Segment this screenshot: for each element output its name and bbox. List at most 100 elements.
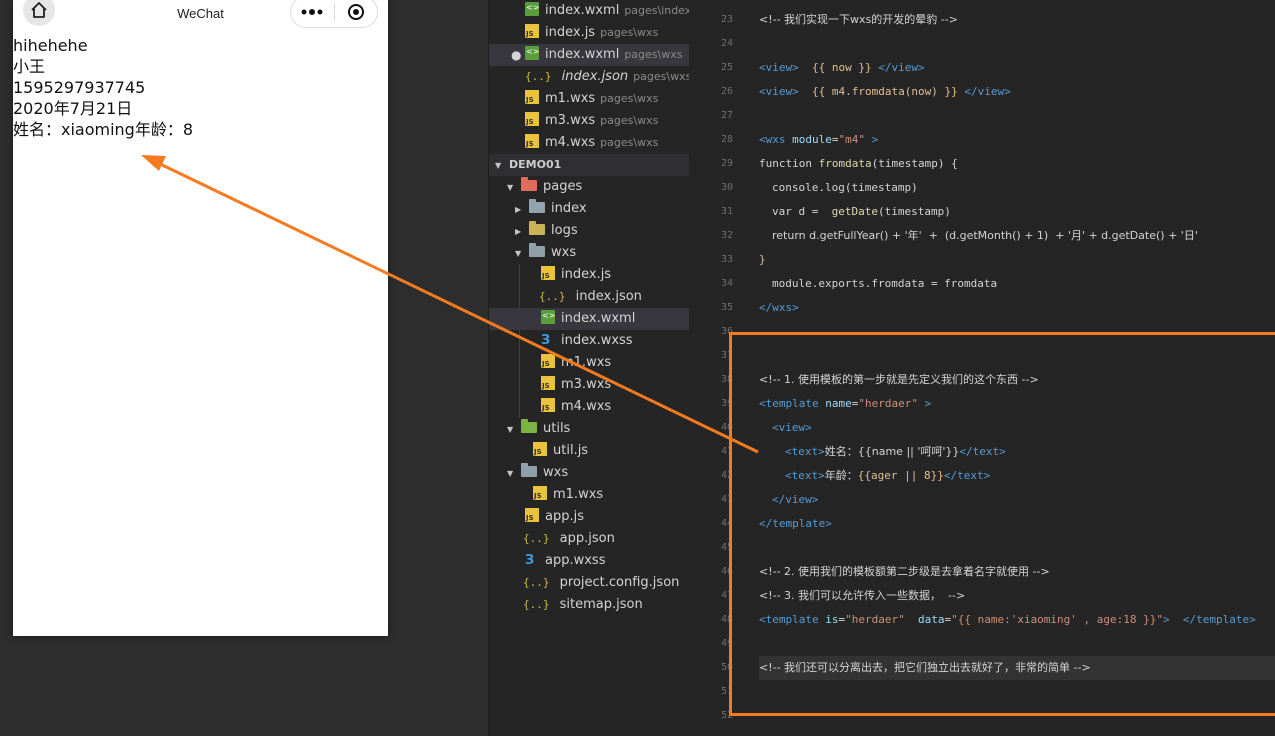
code-line: 46 <!-- 2. 使用我们的模板额第二步级是去拿着名字就使用 --> (720, 565, 1050, 578)
tree-file[interactable]: {..} index.json (489, 286, 689, 308)
folder-icon (521, 177, 537, 191)
phone-screen: WeChat hihehehe 小王 1595297937745 2020年7月… (13, 0, 388, 636)
code-line: 47 <!-- 3. 我们可以允许传入一些数据， --> (720, 589, 966, 602)
open-editor-item[interactable]: m4.wxspages\wxs (489, 132, 689, 154)
open-editor-item-active[interactable]: ● index.wxmlpages\wxs (489, 44, 689, 66)
json-file-icon: {..} (539, 290, 566, 303)
chevron-down-icon: ▼ (507, 183, 514, 192)
project-section-header[interactable]: ▼ DEMO01 (489, 154, 689, 176)
code-line: 42 <text>年龄：{{ager || 8}}</text> (720, 469, 991, 482)
json-file-icon: {..} (523, 532, 550, 545)
tree-file[interactable]: {..} app.json (489, 528, 689, 550)
code-line: 31 var d = getDate(timestamp) (720, 205, 951, 218)
tree-file[interactable]: util.js (489, 440, 689, 462)
wxml-file-icon (541, 310, 555, 324)
code-line: 51 (720, 686, 733, 697)
js-file-icon (525, 90, 539, 104)
capsule-menu (290, 0, 378, 28)
tree-folder-wxs-root[interactable]: ▼ wxs (489, 462, 689, 484)
tree-folder-logs[interactable]: ▶ logs (489, 220, 689, 242)
simulator-panel: WeChat hihehehe 小王 1595297937745 2020年7月… (0, 0, 488, 736)
text-line: 1595297937745 (13, 78, 146, 97)
js-file-icon (541, 398, 555, 412)
tree-folder-wxs[interactable]: ▼ wxs (489, 242, 689, 264)
code-line: 37 (720, 350, 733, 361)
code-line: 23 <!-- 我们实现一下wxs的开发的晕豹 --> (720, 13, 958, 26)
code-line: 24 (720, 38, 733, 49)
code-line: 35 </wxs> (720, 301, 799, 314)
code-line: 41 <text>姓名：{{name || '呵呵'}}</text> (720, 445, 1006, 458)
json-file-icon: {..} (523, 598, 550, 611)
code-line: 26 <view> {{ m4.fromdata(now) }} </view> (720, 85, 1011, 98)
chevron-right-icon: ▶ (515, 227, 522, 236)
wxml-file-icon (525, 2, 539, 16)
open-editor-item[interactable]: index.wxmlpages\index (489, 0, 691, 22)
tree-file[interactable]: Зindex.wxss (489, 330, 689, 352)
json-file-icon: {..} (523, 576, 550, 589)
code-line: 28 <wxs module="m4" > (720, 133, 879, 146)
chevron-down-icon: ▼ (495, 161, 502, 170)
code-line: 30 console.log(timestamp) (720, 181, 918, 194)
code-line: 32 return d.getFullYear() + '年' + (d.getM… (720, 229, 1198, 242)
js-file-icon (533, 486, 547, 500)
file-explorer: index.wxmlpages\index index.jspages\wxs … (488, 0, 691, 736)
text-line: 姓名：xiaoming年龄：8 (13, 120, 194, 139)
folder-open-icon (521, 463, 537, 477)
code-line: 49 (720, 638, 733, 649)
tree-folder-utils[interactable]: ▼ utils (489, 418, 689, 440)
text-line: hihehehe (13, 36, 88, 55)
js-file-icon (525, 112, 539, 126)
open-editor-item[interactable]: index.jspages\wxs (489, 22, 689, 44)
code-line: 43 </view> (720, 493, 819, 506)
tree-folder-pages[interactable]: ▼ pages (489, 176, 689, 198)
code-line-current: 50 <!-- 我们还可以分离出去，把它们独立出去就好了，非常的简单 --> (721, 656, 1275, 680)
more-dots-icon (301, 9, 323, 15)
chevron-down-icon: ▼ (515, 249, 522, 258)
tree-file[interactable]: m4.wxs (489, 396, 689, 418)
code-line: 27 (720, 110, 733, 121)
chevron-down-icon: ▼ (507, 469, 514, 478)
code-line: 25 <view> {{ now }} </view> (720, 61, 925, 74)
code-line: 36 (720, 326, 733, 337)
more-button[interactable] (291, 0, 334, 27)
open-editor-item[interactable]: m1.wxspages\wxs (489, 88, 689, 110)
tree-file[interactable]: m1.wxs (489, 352, 689, 374)
js-file-icon (525, 24, 539, 38)
js-file-icon (525, 508, 539, 522)
json-file-icon: {..} (525, 70, 552, 83)
folder-open-icon (529, 243, 545, 257)
tree-folder-index[interactable]: ▶ index (489, 198, 689, 220)
wxml-file-icon (525, 46, 539, 60)
code-line: 33} (720, 253, 766, 266)
chevron-down-icon: ▼ (507, 425, 514, 434)
target-icon (347, 4, 364, 20)
code-line: 29 function fromdata(timestamp) { (720, 157, 958, 170)
folder-icon (529, 199, 545, 213)
tree-file[interactable]: m3.wxs (489, 374, 689, 396)
code-editor[interactable]: 23 <!-- 我们实现一下wxs的开发的晕豹 --> 24 25 <view> {… (689, 0, 1275, 736)
code-line: 39 <template name="herdaer" > (720, 397, 932, 410)
js-file-icon (541, 266, 555, 280)
tree-file[interactable]: {..} project.config.json (489, 572, 689, 594)
close-button[interactable] (335, 0, 378, 27)
js-file-icon (541, 376, 555, 390)
tree-file[interactable]: m1.wxs (489, 484, 689, 506)
code-line: 34 module.exports.fromdata = fromdata (720, 277, 998, 290)
tree-file-selected[interactable]: index.wxml (489, 308, 689, 330)
tree-file[interactable]: index.js (489, 264, 689, 286)
open-editor-item[interactable]: m3.wxspages\wxs (489, 110, 689, 132)
js-file-icon (525, 134, 539, 148)
modified-dot-icon: ● (511, 48, 522, 62)
js-file-icon (533, 442, 547, 456)
tree-file[interactable]: {..} sitemap.json (489, 594, 689, 616)
code-line: 44 </template> (720, 517, 832, 530)
code-line: 52 (720, 710, 733, 721)
code-line: 48 <template is="herdaer" data="{{ name:'… (720, 613, 1256, 626)
css-file-icon: З (541, 333, 551, 348)
tree-file[interactable]: Зapp.wxss (489, 550, 689, 572)
tree-file[interactable]: app.js (489, 506, 689, 528)
folder-icon (521, 419, 537, 433)
code-line: 38 <!-- 1. 使用模板的第一步就是先定义我们的这个东西 --> (720, 373, 1039, 386)
open-editor-item[interactable]: {..} index.json pages\wxs (489, 66, 691, 88)
page-content: hihehehe 小王 1595297937745 2020年7月21日 姓名：… (13, 26, 388, 140)
